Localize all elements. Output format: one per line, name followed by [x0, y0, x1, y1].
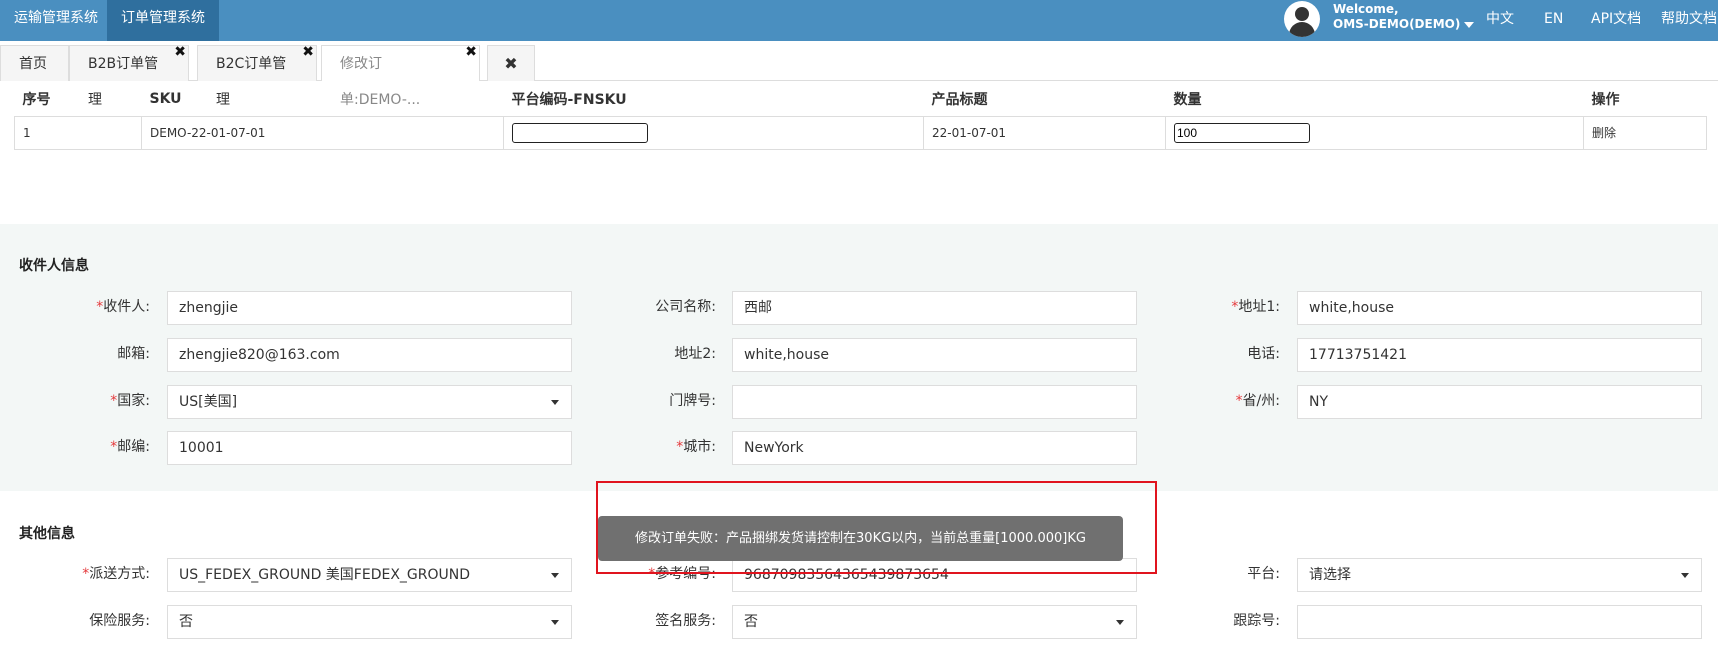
close-icon[interactable]: ✖: [302, 40, 314, 64]
tracking-number-input[interactable]: [1297, 605, 1702, 639]
row-index: 1: [14, 115, 142, 150]
chevron-down-icon: [1681, 573, 1689, 578]
column-header-sku: SKU: [141, 82, 504, 117]
welcome-text: Welcome,: [1333, 2, 1399, 16]
lang-english-link[interactable]: EN: [1544, 0, 1563, 38]
city-label: *城市:: [676, 439, 716, 455]
insurance-label: 保险服务:: [89, 613, 150, 629]
help-docs-link[interactable]: 帮助文档: [1661, 0, 1717, 38]
recipient-section-title: 收件人信息: [19, 258, 89, 274]
shipping-method-select[interactable]: US_FEDEX_GROUND 美国FEDEX_GROUND: [167, 558, 572, 592]
recipient-name-label: *收件人:: [96, 299, 150, 315]
address2-input[interactable]: white,house: [732, 338, 1137, 372]
phone-input[interactable]: 17713751421: [1297, 338, 1702, 372]
city-input[interactable]: NewYork: [732, 431, 1137, 465]
fnsku-input[interactable]: [512, 122, 648, 143]
row-title: 22-01-07-01: [923, 115, 1166, 150]
delete-link[interactable]: 删除: [1583, 115, 1707, 150]
door-number-input[interactable]: [732, 385, 1137, 419]
country-select[interactable]: US[美国]: [167, 385, 572, 419]
username-text: OMS-DEMO(DEMO): [1333, 17, 1461, 31]
insurance-select[interactable]: 否: [167, 605, 572, 639]
shipping-method-label: *派送方式:: [82, 566, 150, 582]
zip-input[interactable]: 10001: [167, 431, 572, 465]
phone-label: 电话:: [1247, 346, 1280, 362]
chevron-down-icon: [551, 573, 559, 578]
column-header-quantity: 数量: [1165, 82, 1584, 117]
tab-b2c-orders[interactable]: B2C订单管理 ✖: [197, 44, 317, 108]
tab-b2b-orders[interactable]: B2B订单管理 ✖: [69, 44, 189, 108]
chevron-down-icon: [551, 620, 559, 625]
address2-label: 地址2:: [674, 346, 716, 362]
recipient-name-input[interactable]: zhengjie: [167, 291, 572, 325]
user-menu[interactable]: Welcome, OMS-DEMO(DEMO): [1333, 2, 1475, 32]
email-input[interactable]: zhengjie820@163.com: [167, 338, 572, 372]
zip-label: *邮编:: [110, 439, 150, 455]
quantity-input[interactable]: [1174, 122, 1310, 143]
table-row: 1 DEMO-22-01-07-01 22-01-07-01 删除: [14, 115, 1707, 150]
tab-label: 首页: [19, 56, 47, 72]
close-icon: ✖: [504, 54, 518, 73]
tab-home[interactable]: 首页: [0, 45, 69, 81]
address1-input[interactable]: white,house: [1297, 291, 1702, 325]
country-label: *国家:: [110, 393, 150, 409]
api-docs-link[interactable]: API文档: [1591, 0, 1641, 38]
state-label: *省/州:: [1235, 393, 1280, 409]
close-all-tabs-button[interactable]: ✖: [487, 45, 535, 81]
system-transport-link[interactable]: 运输管理系统: [0, 0, 112, 41]
signature-label: 签名服务:: [655, 613, 716, 629]
column-header-action: 操作: [1583, 82, 1707, 117]
state-input[interactable]: NY: [1297, 385, 1702, 419]
column-header-index: 序号: [14, 82, 142, 117]
chevron-down-icon: [551, 400, 559, 405]
column-header-title: 产品标题: [923, 82, 1166, 117]
row-sku: DEMO-22-01-07-01: [141, 115, 504, 150]
close-icon[interactable]: ✖: [465, 40, 477, 64]
row-fnsku-cell: [503, 115, 924, 150]
company-name-input[interactable]: 西邮: [732, 291, 1137, 325]
tracking-number-label: 跟踪号:: [1233, 613, 1280, 629]
close-icon[interactable]: ✖: [174, 40, 186, 64]
top-navigation-bar: 运输管理系统 订单管理系统 Welcome, OMS-DEMO(DEMO) 中文…: [0, 0, 1718, 41]
chevron-down-icon[interactable]: [1464, 21, 1475, 28]
column-header-fnsku: 平台编码-FNSKU: [503, 82, 924, 117]
error-toast: 修改订单失败：产品捆绑发货请控制在30KG以内，当前总重量[1000.000]K…: [598, 516, 1123, 561]
door-number-label: 门牌号:: [669, 393, 716, 409]
product-table: 序号 SKU 平台编码-FNSKU 产品标题 数量 操作 1 DEMO-22-0…: [14, 82, 1707, 150]
email-label: 邮箱:: [117, 346, 150, 362]
platform-select[interactable]: 请选择: [1297, 558, 1702, 592]
chevron-down-icon: [1116, 620, 1124, 625]
system-order-link[interactable]: 订单管理系统: [107, 0, 219, 41]
signature-select[interactable]: 否: [732, 605, 1137, 639]
lang-chinese-link[interactable]: 中文: [1486, 0, 1514, 38]
user-avatar-icon[interactable]: [1284, 1, 1320, 37]
tab-bar: 首页 B2B订单管理 ✖ B2C订单管理 ✖ 修改订单:DEMO-... ✖ ✖: [0, 44, 1718, 108]
row-quantity-cell: [1165, 115, 1584, 150]
address1-label: *地址1:: [1231, 299, 1280, 315]
other-section-title: 其他信息: [19, 526, 75, 542]
company-name-label: 公司名称:: [655, 299, 716, 315]
platform-label: 平台:: [1247, 566, 1280, 582]
tab-edit-order[interactable]: 修改订单:DEMO-... ✖: [321, 44, 480, 108]
